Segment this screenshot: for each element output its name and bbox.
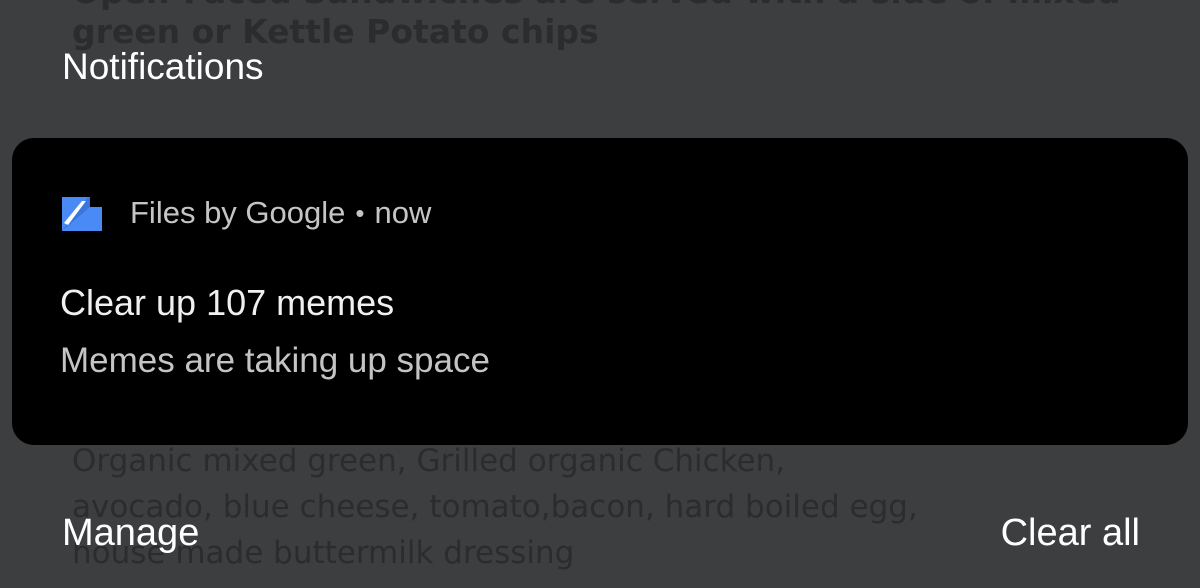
notifications-title: Notifications bbox=[62, 46, 264, 87]
notification-body: Memes are taking up space bbox=[60, 341, 490, 380]
notification-header: Files by Google • now bbox=[56, 190, 431, 236]
manage-button[interactable]: Manage bbox=[62, 508, 199, 558]
files-by-google-icon bbox=[56, 193, 104, 233]
notification-title: Clear up 107 memes bbox=[60, 282, 395, 323]
notification-app-name: Files by Google bbox=[130, 195, 346, 230]
background-line: Open-Faced Sandwiches are served with a … bbox=[72, 0, 1121, 12]
notification-time: now bbox=[374, 195, 432, 230]
notification-card[interactable]: Files by Google • now Clear up 107 memes… bbox=[12, 138, 1188, 445]
clear-all-button[interactable]: Clear all bbox=[1001, 508, 1140, 558]
header-separator: • bbox=[355, 198, 365, 228]
